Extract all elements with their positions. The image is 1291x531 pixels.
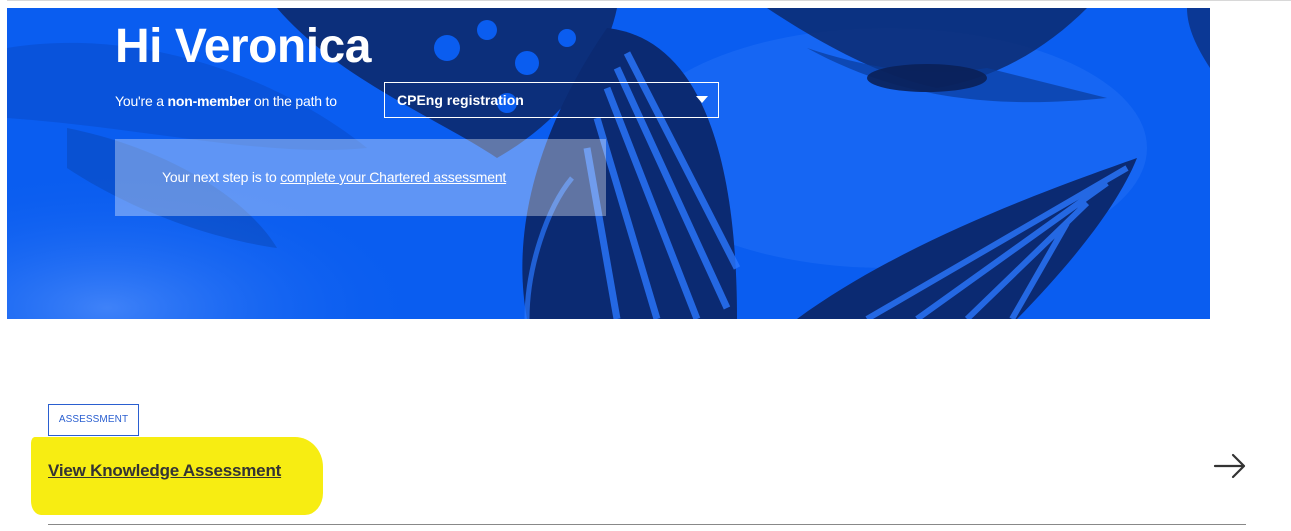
chartered-assessment-link[interactable]: complete your Chartered assessment — [280, 169, 506, 185]
path-prefix-text: You're a — [115, 93, 168, 109]
registration-path-select[interactable]: CPEng registration — [384, 82, 719, 118]
card-divider — [48, 524, 1246, 525]
page-frame — [0, 0, 7, 531]
caret-down-icon — [696, 96, 708, 103]
path-description: You're a non-member on the path to — [115, 92, 337, 110]
assessment-tag: ASSESSMENT — [48, 404, 139, 436]
arrow-right-icon[interactable] — [1213, 452, 1247, 480]
path-suffix-text: on the path to — [250, 93, 337, 109]
greeting-heading: Hi Veronica — [115, 20, 371, 73]
membership-status: non-member — [167, 93, 251, 109]
next-step-text: Your next step is to complete your Chart… — [162, 169, 506, 185]
hero-banner: Hi Veronica You're a non-member on the p… — [7, 8, 1210, 319]
next-step-panel: Your next step is to complete your Chart… — [115, 139, 606, 216]
registration-path-value: CPEng registration — [397, 92, 524, 108]
page-top-border — [7, 0, 1291, 8]
view-knowledge-assessment-link[interactable]: View Knowledge Assessment — [48, 461, 281, 481]
next-step-prefix: Your next step is to — [162, 169, 281, 185]
